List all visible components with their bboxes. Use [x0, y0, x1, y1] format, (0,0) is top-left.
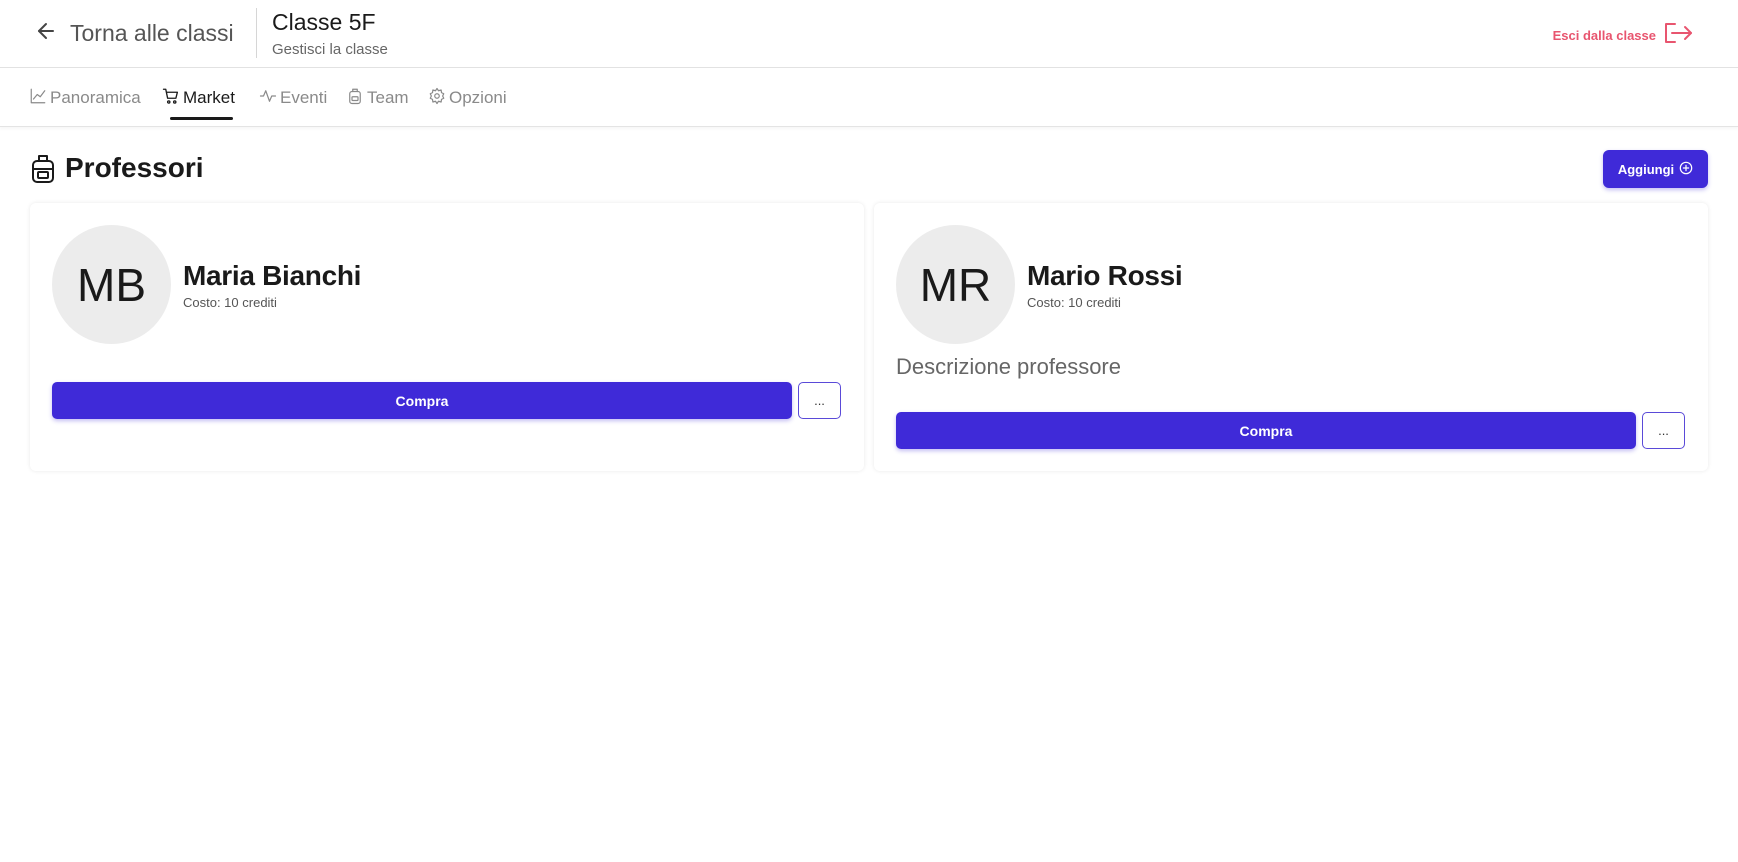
tab-eventi[interactable]: Eventi: [259, 84, 327, 112]
add-label: Aggiungi: [1617, 161, 1675, 177]
tab-label: Panoramica: [50, 88, 141, 107]
professor-cost: Costo: 10 crediti: [1027, 295, 1121, 310]
buy-button[interactable]: Compra: [896, 412, 1636, 449]
tab-opzioni[interactable]: Opzioni: [428, 84, 507, 112]
section-title: Professori: [65, 152, 204, 183]
avatar: MB: [52, 225, 171, 344]
tab-market[interactable]: Market: [162, 84, 235, 112]
plus-circle-icon: [1674, 161, 1693, 178]
avatar: MR: [896, 225, 1015, 344]
tab-bar: Panoramica Market Eventi Team Opzioni: [0, 69, 1738, 127]
tab-label: Market: [183, 88, 235, 107]
class-subtitle: Gestisci la classe: [272, 41, 388, 58]
logout-icon: [1662, 20, 1694, 51]
class-title: Classe 5F: [272, 9, 376, 35]
professor-name: Maria Bianchi: [183, 260, 362, 291]
exit-class-label: Esci dalla classe: [1552, 28, 1656, 43]
professor-description: Descrizione professore: [896, 354, 1121, 379]
active-tab-indicator: [170, 117, 233, 120]
professor-card: MR Mario Rossi Costo: 10 crediti Descriz…: [874, 203, 1708, 471]
add-professor-button[interactable]: Aggiungi: [1603, 150, 1708, 188]
exit-class-button[interactable]: Esci dalla classe: [1553, 20, 1694, 51]
professor-name: Mario Rossi: [1027, 260, 1183, 291]
activity-icon: [259, 87, 280, 110]
tab-team[interactable]: Team: [346, 84, 409, 112]
buy-button[interactable]: Compra: [52, 382, 792, 419]
backpack-icon: [30, 154, 56, 184]
tab-label: Team: [367, 88, 409, 107]
professor-card: MB Maria Bianchi Costo: 10 crediti Compr…: [30, 203, 864, 471]
back-to-classes-link[interactable]: Torna alle classi: [34, 18, 234, 48]
more-options-button[interactable]: ...: [1642, 412, 1685, 449]
top-header: Torna alle classi Classe 5F Gestisci la …: [0, 0, 1738, 68]
more-options-button[interactable]: ...: [798, 382, 841, 419]
tab-label: Opzioni: [449, 88, 507, 107]
gear-icon: [428, 87, 449, 110]
professor-cost: Costo: 10 crediti: [183, 295, 277, 310]
tab-label: Eventi: [280, 88, 328, 107]
cart-icon: [162, 87, 183, 110]
arrow-left-icon: [34, 19, 58, 48]
back-label: Torna alle classi: [70, 19, 234, 46]
chart-icon: [29, 87, 50, 110]
header-divider: [256, 8, 257, 58]
tab-panoramica[interactable]: Panoramica: [29, 84, 141, 112]
backpack-icon: [346, 87, 367, 110]
